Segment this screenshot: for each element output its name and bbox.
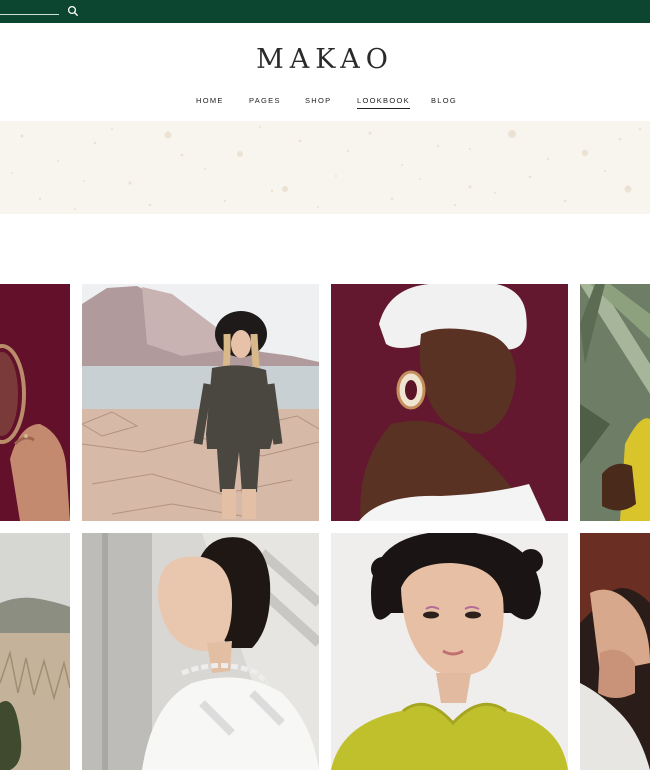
site-logo[interactable]: MAKAO — [0, 44, 650, 75]
lookbook-image-desert[interactable] — [82, 284, 319, 521]
nav-item-pages[interactable]: PAGES — [249, 96, 281, 106]
lookbook-image-headwrap[interactable] — [331, 284, 568, 521]
speckle-pattern — [11, 126, 642, 210]
lookbook-image-portrait-red[interactable] — [580, 533, 650, 770]
main-nav: HOME PAGES SHOP LOOKBOOK BLOG — [0, 96, 650, 112]
lookbook-image-plant[interactable] — [580, 284, 650, 521]
nav-item-blog[interactable]: BLOG — [431, 96, 457, 106]
lookbook-image-mirror[interactable] — [0, 284, 70, 521]
top-bar — [0, 0, 650, 23]
lookbook-image-field[interactable] — [0, 533, 70, 770]
search-icon[interactable] — [66, 4, 80, 18]
hero-banner — [0, 121, 650, 214]
nav-item-home[interactable]: HOME — [196, 96, 224, 106]
lookbook-image-necklace[interactable] — [82, 533, 319, 770]
nav-item-lookbook[interactable]: LOOKBOOK — [357, 96, 410, 109]
nav-item-shop[interactable]: SHOP — [305, 96, 331, 106]
search-input[interactable] — [0, 14, 59, 15]
lookbook-image-green-blouse[interactable] — [331, 533, 568, 770]
